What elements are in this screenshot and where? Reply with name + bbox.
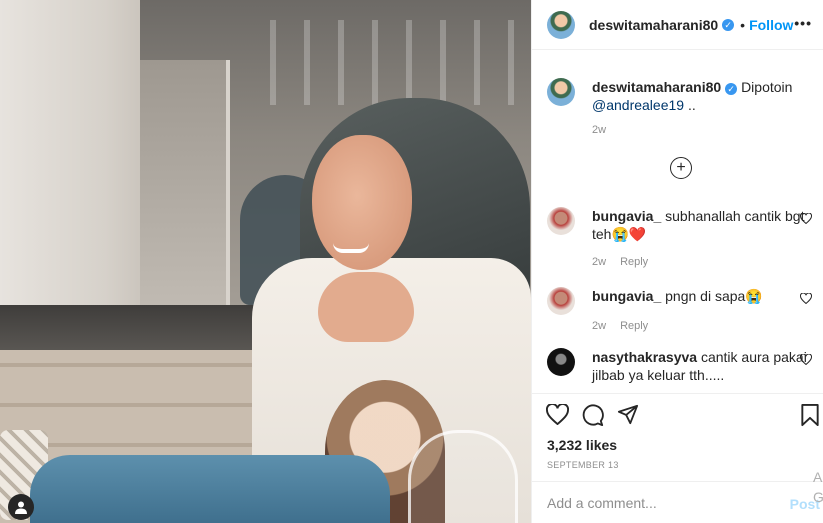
caption-text: deswitamaharani80 ✓ Dipotoin @andrealee19…	[592, 78, 812, 114]
comment-item: nasythakrasyva cantik aura pakai jilbab …	[547, 348, 813, 384]
post-date[interactable]: SEPTEMBER 13	[547, 460, 619, 470]
comment-input[interactable]	[547, 494, 777, 511]
comment-avatar[interactable]	[547, 287, 575, 315]
comment-avatar[interactable]	[547, 348, 575, 376]
heart-icon[interactable]	[546, 404, 569, 426]
post-caption: deswitamaharani80 ✓ Dipotoin @andrealee19…	[547, 78, 812, 114]
follow-button[interactable]: Follow	[749, 17, 793, 33]
author-username[interactable]: deswitamaharani80	[589, 17, 718, 33]
photo-bench	[0, 305, 260, 355]
post-actions: 3,232 likes SEPTEMBER 13	[532, 393, 823, 483]
heart-icon[interactable]	[799, 212, 813, 227]
header-dot: •	[740, 16, 746, 33]
share-icon[interactable]	[617, 404, 639, 426]
user-icon[interactable]	[8, 494, 34, 520]
heart-icon[interactable]	[799, 353, 813, 368]
more-icon[interactable]: •••	[794, 15, 812, 31]
verified-icon: ✓	[725, 83, 738, 95]
heart-icon[interactable]	[799, 292, 813, 307]
comment-icon[interactable]	[582, 404, 604, 426]
post-header: deswitamaharani80 ✓ • Follow •••	[532, 0, 823, 50]
comment-time[interactable]: 2w	[592, 256, 606, 268]
photo-background-wall	[0, 0, 150, 310]
photo-wineglass	[408, 430, 518, 523]
comment-item: bungavia_ pngn di sapa😭 2w Reply	[547, 287, 813, 335]
photo-mirror-frame	[140, 60, 230, 305]
edge-text: A G	[813, 469, 823, 505]
caption-body: Dipotoin	[741, 79, 793, 95]
caption-suffix: ..	[684, 97, 696, 113]
comment-username[interactable]: bungavia_	[592, 208, 661, 224]
photo-hand	[318, 272, 414, 342]
add-comment-bar: Post	[532, 481, 823, 523]
action-icons	[546, 404, 639, 426]
post-side-panel: deswitamaharani80 ✓ • Follow ••• deswita…	[531, 0, 823, 523]
caption-username[interactable]: deswitamaharani80	[592, 79, 721, 95]
photo-jeans	[30, 455, 390, 523]
comment-time[interactable]: 2w	[592, 320, 606, 332]
author-avatar[interactable]	[547, 10, 575, 39]
caption-time[interactable]: 2w	[592, 124, 606, 136]
bookmark-icon[interactable]	[800, 404, 820, 427]
user-glyph	[15, 501, 27, 514]
photo-smile	[333, 243, 369, 253]
likes-count[interactable]: 3,232 likes	[547, 437, 617, 453]
comment-text: pngn di sapa😭	[665, 288, 763, 304]
caption-avatar[interactable]	[547, 78, 575, 106]
add-circle-icon[interactable]: +	[670, 157, 692, 179]
reply-button[interactable]: Reply	[620, 320, 648, 332]
verified-icon: ✓	[722, 18, 735, 31]
comment-username[interactable]: bungavia_	[592, 288, 661, 304]
reply-button[interactable]: Reply	[620, 256, 648, 268]
post-photo[interactable]	[0, 0, 531, 523]
comment-item: bungavia_ subhanallah cantik bgt teh😭❤️ …	[547, 207, 813, 271]
photo-hanging-glasses	[270, 20, 531, 105]
comment-avatar[interactable]	[547, 207, 575, 235]
comment-username[interactable]: nasythakrasyva	[592, 349, 697, 365]
caption-mention[interactable]: @andrealee19	[592, 97, 684, 113]
